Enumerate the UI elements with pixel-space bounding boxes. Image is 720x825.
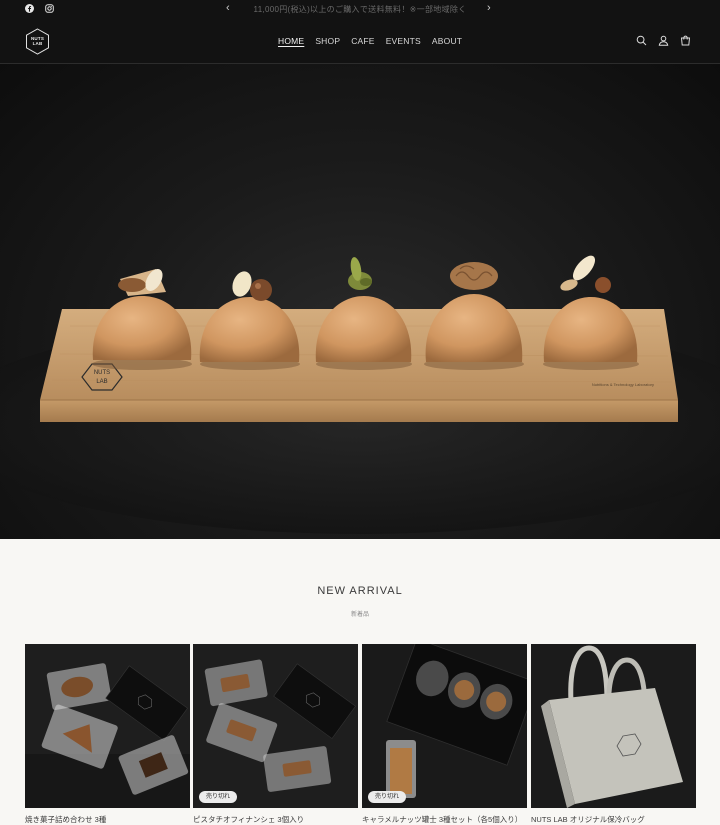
logo[interactable]: NUTS LAB: [25, 28, 50, 55]
sold-out-badge: 売り切れ: [368, 791, 407, 803]
nav-about[interactable]: ABOUT: [432, 36, 462, 46]
product-card[interactable]: 売り切れ キャラメルナッツ罐士 3種セット（各5個入り）: [362, 644, 527, 825]
logo-line-2: LAB: [32, 41, 43, 46]
account-icon[interactable]: [658, 35, 669, 46]
section-subtitle: 新着品: [350, 612, 369, 618]
nav-shop[interactable]: SHOP: [315, 36, 340, 46]
announcement-bar: ‹ 11,000円(税込)以上のご購入で送料無料！※一部地域除く ›: [0, 0, 720, 20]
product-card[interactable]: NUTS LAB オリジナル保冷バッグ: [531, 644, 696, 825]
social-links: [24, 3, 54, 13]
puff-4: [424, 262, 524, 370]
header-actions: [636, 35, 691, 46]
puff-3: [315, 257, 412, 370]
board-brand: NUTS: [94, 370, 110, 376]
product-image[interactable]: [531, 644, 696, 808]
product-image[interactable]: [362, 644, 527, 808]
announcement-prev-button[interactable]: ‹: [226, 2, 230, 14]
product-name[interactable]: ピスタチオフィナンシェ 3個入り: [193, 814, 358, 825]
section-title: NEW ARRIVAL: [317, 585, 403, 597]
announcement-next-button[interactable]: ›: [487, 2, 491, 14]
product-name[interactable]: キャラメルナッツ罐士 3種セット（各5個入り）: [362, 814, 527, 825]
nav-cafe[interactable]: CAFE: [351, 36, 374, 46]
product-image[interactable]: [25, 644, 190, 808]
puff-1: [92, 269, 192, 370]
facebook-icon[interactable]: [24, 3, 34, 13]
product-image[interactable]: [193, 644, 358, 808]
site-header: NUTS LAB HOME SHOP CAFE EVENTS ABOUT: [0, 20, 720, 64]
product-name[interactable]: NUTS LAB オリジナル保冷バッグ: [531, 814, 696, 825]
nav-events[interactable]: EVENTS: [386, 36, 421, 46]
svg-text:LAB: LAB: [96, 379, 107, 385]
main-nav: HOME SHOP CAFE EVENTS ABOUT: [278, 36, 462, 46]
announcement-message: 11,000円(税込)以上のご購入で送料無料！※一部地域除く: [253, 5, 467, 14]
search-icon[interactable]: [636, 35, 647, 46]
sold-out-badge: 売り切れ: [199, 791, 238, 803]
board-text: Nutritions & Technology Laboratory: [592, 382, 654, 387]
product-card[interactable]: 焼き菓子詰め合わせ 3種: [25, 644, 190, 825]
cart-icon[interactable]: [680, 35, 691, 46]
nav-home[interactable]: HOME: [278, 36, 304, 46]
hero-banner: NUTS LAB Nutritions & Technology Laborat…: [0, 64, 720, 539]
hero-image: NUTS LAB Nutritions & Technology Laborat…: [0, 255, 720, 534]
product-card[interactable]: 売り切れ ピスタチオフィナンシェ 3個入り: [193, 644, 358, 825]
puff-2: [199, 271, 300, 370]
product-name[interactable]: 焼き菓子詰め合わせ 3種: [25, 814, 190, 825]
instagram-icon[interactable]: [44, 3, 54, 13]
